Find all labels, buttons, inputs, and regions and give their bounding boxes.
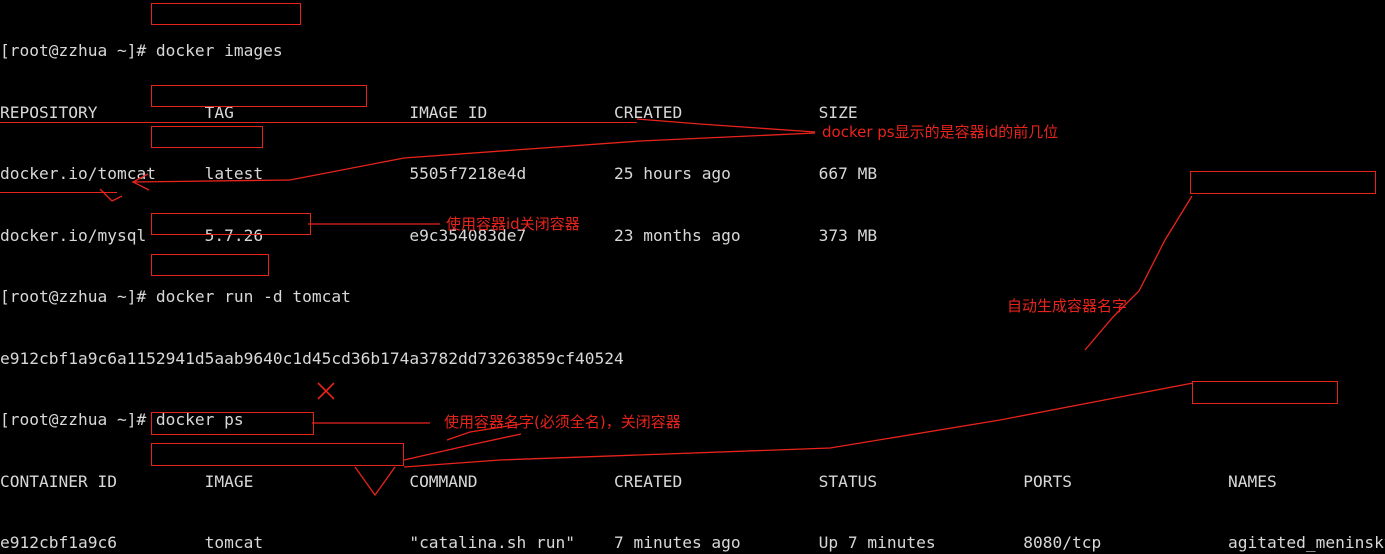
highlight-box-docker-stop-fullname <box>151 443 404 466</box>
terminal-output[interactable]: [root@zzhua ~]# docker images REPOSITORY… <box>0 0 1385 554</box>
note-stop-by-id: 使用容器id关闭容器 <box>446 215 580 233</box>
terminal-line: e912cbf1a9c6 tomcat "catalina.sh run" 7 … <box>0 533 1385 552</box>
highlight-box-docker-stop-vib <box>151 412 314 435</box>
terminal-line: docker.io/tomcat latest 5505f7218e4d 25 … <box>0 164 878 183</box>
highlight-box-vibrant-bohr <box>1192 381 1338 404</box>
terminal-line: e912cbf1a9c6a1152941d5aab9640c1d45cd36b1… <box>0 348 624 368</box>
note-auto-generated-name: 自动生成容器名字 <box>1007 297 1128 315</box>
terminal-line: CONTAINER ID IMAGE COMMAND CREATED STATU… <box>0 471 1277 491</box>
underline-full-container-id <box>0 122 637 123</box>
highlight-box-docker-stop-e9 <box>151 213 311 235</box>
highlight-box-docker-images <box>151 3 301 25</box>
highlight-box-agitated-meninsky <box>1190 171 1376 194</box>
terminal-window[interactable]: [root@zzhua ~]# docker images REPOSITORY… <box>0 0 1385 554</box>
highlight-box-docker-ps-1 <box>151 126 263 148</box>
note-container-id-prefix: docker ps显示的是容器id的前几位 <box>822 123 1059 141</box>
terminal-line: [root@zzhua ~]# docker run -d tomcat <box>0 287 351 306</box>
note-stop-by-name: 使用容器名字(必须全名)，关闭容器 <box>444 413 681 431</box>
underline-short-container-id <box>0 192 117 193</box>
terminal-line: [root@zzhua ~]# docker images <box>0 41 283 60</box>
highlight-box-docker-ps-2 <box>151 254 269 276</box>
highlight-box-docker-run-tomcat <box>151 85 367 107</box>
